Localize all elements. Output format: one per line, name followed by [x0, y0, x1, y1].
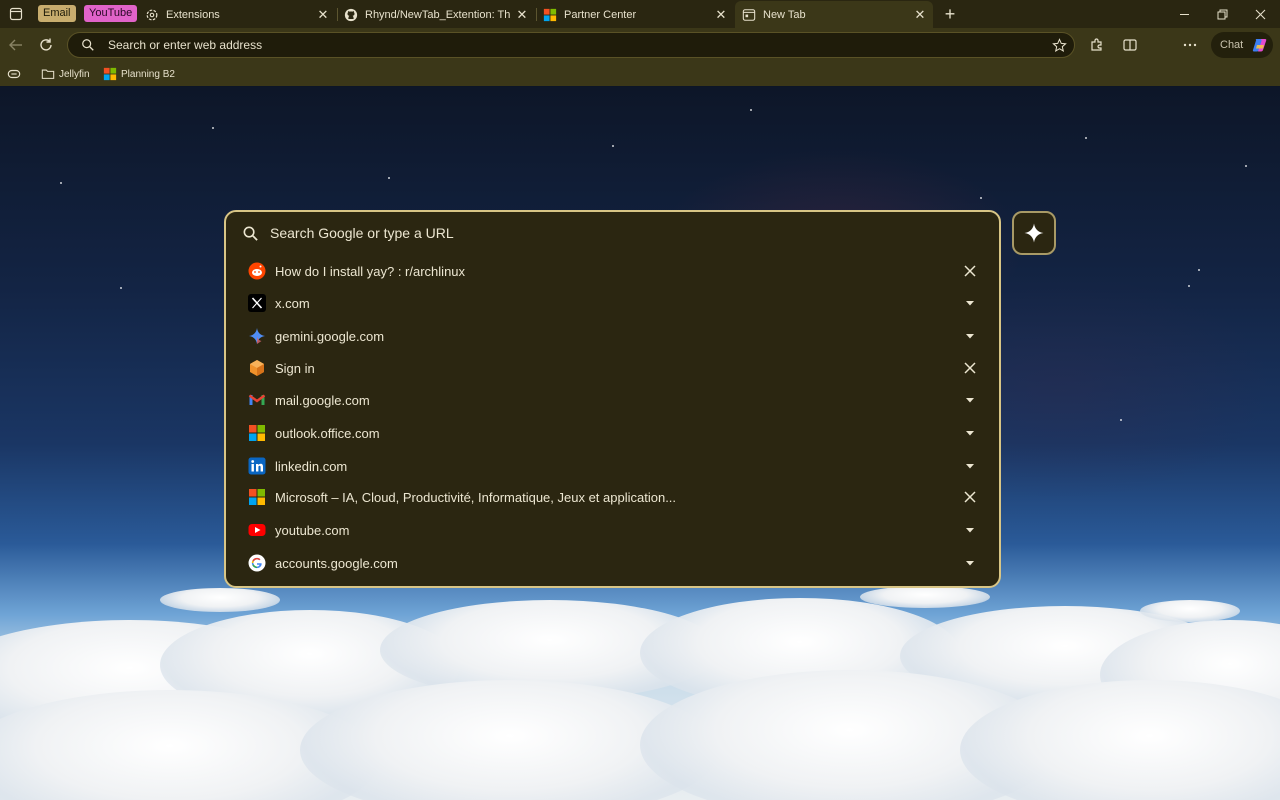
chevron-down-icon[interactable]: [962, 328, 978, 344]
suggestion-item[interactable]: linkedin.com: [226, 451, 999, 481]
search-icon: [241, 224, 259, 242]
pinned-tab-email[interactable]: Email: [38, 5, 76, 22]
x-logo-icon: [248, 294, 266, 312]
chat-label: Chat: [1220, 39, 1244, 51]
minimize-button[interactable]: [1171, 4, 1197, 24]
suggestion-item[interactable]: Microsoft – IA, Cloud, Productivité, Inf…: [226, 482, 999, 512]
microsoft-logo-icon: [103, 67, 117, 81]
chevron-down-icon[interactable]: [962, 522, 978, 538]
folder-icon: [41, 67, 55, 81]
chevron-down-icon[interactable]: [962, 425, 978, 441]
ai-sparkle-button[interactable]: [1012, 211, 1056, 255]
reddit-icon: [248, 262, 266, 280]
bookmark-jellyfin[interactable]: Jellyfin: [41, 65, 90, 83]
restore-button[interactable]: [1209, 4, 1235, 24]
remove-suggestion-close-icon[interactable]: [962, 263, 978, 279]
extensions-gear-icon: [144, 7, 160, 23]
microsoft-logo-icon: [248, 424, 266, 442]
suggestion-label: accounts.google.com: [275, 555, 398, 571]
linkedin-icon: [248, 457, 266, 475]
suggestion-label: How do I install yay? : r/archlinux: [275, 263, 466, 279]
bookmark-label: Planning B2: [121, 68, 175, 80]
orange-cube-icon: [248, 359, 266, 377]
tab-extensions[interactable]: Extensions ✕: [138, 1, 336, 28]
close-icon[interactable]: ✕: [515, 7, 529, 22]
tab-strip: Email YouTube Extensions ✕ Rhynd/NewTab_…: [0, 0, 1280, 28]
google-icon: [248, 554, 266, 572]
remove-suggestion-close-icon[interactable]: [962, 489, 978, 505]
suggestion-label: linkedin.com: [275, 458, 348, 474]
close-window-button[interactable]: [1247, 4, 1273, 24]
suggestion-item[interactable]: accounts.google.com: [226, 548, 999, 578]
tab-title: Extensions: [166, 8, 220, 21]
browser-chrome: Email YouTube Extensions ✕ Rhynd/NewTab_…: [0, 0, 1280, 86]
suggestion-label: x.com: [275, 295, 310, 311]
bookmarks-bar: Jellyfin Planning B2: [0, 62, 1280, 86]
cloud-layer: [0, 580, 1280, 800]
split-screen-icon[interactable]: [1121, 36, 1139, 54]
sparkle-icon: [1024, 223, 1044, 243]
reading-list-icon[interactable]: [7, 65, 21, 83]
chat-button[interactable]: Chat: [1211, 32, 1273, 58]
gemini-icon: [248, 327, 266, 345]
gmail-icon: [248, 391, 266, 409]
extensions-puzzle-icon[interactable]: [1088, 36, 1106, 54]
youtube-icon: [248, 521, 266, 539]
suggestion-item[interactable]: mail.google.com: [226, 385, 999, 415]
copilot-icon: [1253, 39, 1267, 52]
search-box[interactable]: [226, 212, 999, 254]
toolbar: Chat: [0, 28, 1280, 62]
address-input[interactable]: [108, 38, 1051, 52]
close-icon[interactable]: ✕: [913, 7, 927, 22]
back-arrow-icon[interactable]: [7, 36, 25, 54]
tab-actions-icon[interactable]: [8, 6, 24, 22]
address-bar[interactable]: [67, 32, 1075, 58]
suggestion-item[interactable]: x.com: [226, 288, 999, 318]
refresh-icon[interactable]: [37, 36, 55, 54]
tab-title: New Tab: [763, 8, 806, 21]
suggestion-item[interactable]: youtube.com: [226, 515, 999, 545]
chevron-down-icon[interactable]: [962, 392, 978, 408]
search-input[interactable]: [270, 225, 950, 241]
tab-title: Partner Center: [564, 8, 637, 21]
microsoft-logo-icon: [248, 488, 266, 506]
suggestion-item[interactable]: How do I install yay? : r/archlinux: [226, 256, 999, 286]
github-icon: [343, 7, 359, 23]
more-menu-icon[interactable]: [1181, 36, 1199, 54]
search-icon: [80, 37, 96, 53]
close-icon[interactable]: ✕: [714, 7, 728, 22]
suggestion-item[interactable]: Sign in: [226, 353, 999, 383]
favorite-star-icon[interactable]: [1051, 37, 1067, 53]
remove-suggestion-close-icon[interactable]: [962, 360, 978, 376]
new-tab-button[interactable]: +: [940, 4, 960, 24]
suggestion-label: gemini.google.com: [275, 328, 385, 344]
search-panel: How do I install yay? : r/archlinux x.co…: [224, 210, 1001, 588]
chevron-down-icon[interactable]: [962, 555, 978, 571]
suggestion-item[interactable]: gemini.google.com: [226, 321, 999, 351]
bookmark-label: Jellyfin: [59, 68, 90, 80]
bookmark-planning-b2[interactable]: Planning B2: [103, 65, 175, 83]
suggestion-label: youtube.com: [275, 522, 350, 538]
chevron-down-icon[interactable]: [962, 295, 978, 311]
close-icon[interactable]: ✕: [316, 7, 330, 22]
microsoft-logo-icon: [542, 7, 558, 23]
suggestion-label: outlook.office.com: [275, 425, 380, 441]
chevron-down-icon[interactable]: [962, 458, 978, 474]
tab-new-tab[interactable]: New Tab ✕: [735, 1, 933, 28]
suggestion-label: Sign in: [275, 360, 315, 376]
tab-title: Rhynd/NewTab_Extention: This is a: [365, 8, 511, 21]
tab-partner-center[interactable]: Partner Center ✕: [536, 1, 734, 28]
suggestion-label: Microsoft – IA, Cloud, Productivité, Inf…: [275, 489, 677, 505]
pinned-tab-youtube[interactable]: YouTube: [84, 5, 138, 22]
tab-github[interactable]: Rhynd/NewTab_Extention: This is a ✕: [337, 1, 535, 28]
suggestion-item[interactable]: outlook.office.com: [226, 418, 999, 448]
new-tab-page-icon: [741, 7, 757, 23]
suggestion-label: mail.google.com: [275, 392, 370, 408]
